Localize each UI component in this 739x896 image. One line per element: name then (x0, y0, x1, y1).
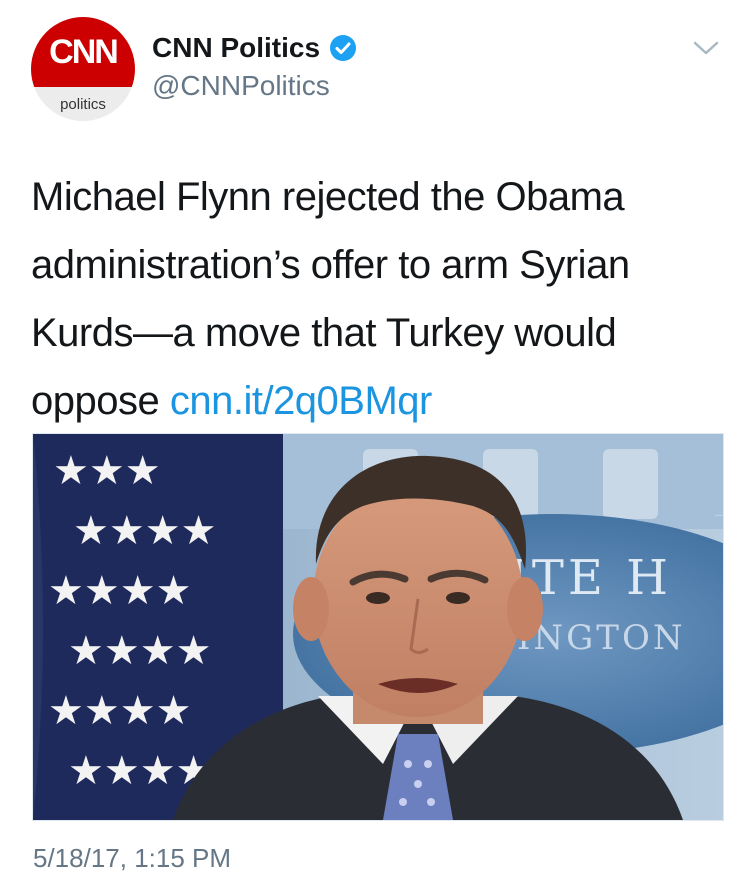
svg-text:★★★★: ★★★★ (48, 688, 191, 734)
svg-text:|: | (715, 514, 723, 516)
avatar-subtitle: politics (31, 87, 135, 121)
svg-text:★★★★: ★★★★ (73, 508, 216, 554)
svg-text:★★★: ★★★ (53, 448, 161, 494)
verified-badge-icon (328, 33, 358, 63)
tweet: CNN politics CNN Politics @CNNPolitics M… (0, 0, 739, 896)
author-handle[interactable]: @CNNPolitics (152, 70, 330, 102)
chevron-down-icon[interactable] (692, 38, 720, 58)
tweet-text: Michael Flynn rejected the Obama adminis… (31, 163, 721, 435)
author-name-row[interactable]: CNN Politics (152, 28, 358, 68)
display-name[interactable]: CNN Politics (152, 32, 320, 64)
svg-text:★★★★: ★★★★ (48, 568, 191, 614)
tweet-link[interactable]: cnn.it/2q0BMqr (170, 379, 433, 423)
svg-text:★★★★: ★★★★ (68, 628, 211, 674)
tweet-photo[interactable]: HITE H SHINGTON ★★★ ★★★★ ★★★★ ★★★★ ★★★★ … (32, 433, 724, 821)
avatar[interactable]: CNN politics (31, 17, 135, 121)
tweet-timestamp[interactable]: 5/18/17, 1:15 PM (33, 843, 231, 874)
cnn-logo: CNN (31, 17, 135, 87)
